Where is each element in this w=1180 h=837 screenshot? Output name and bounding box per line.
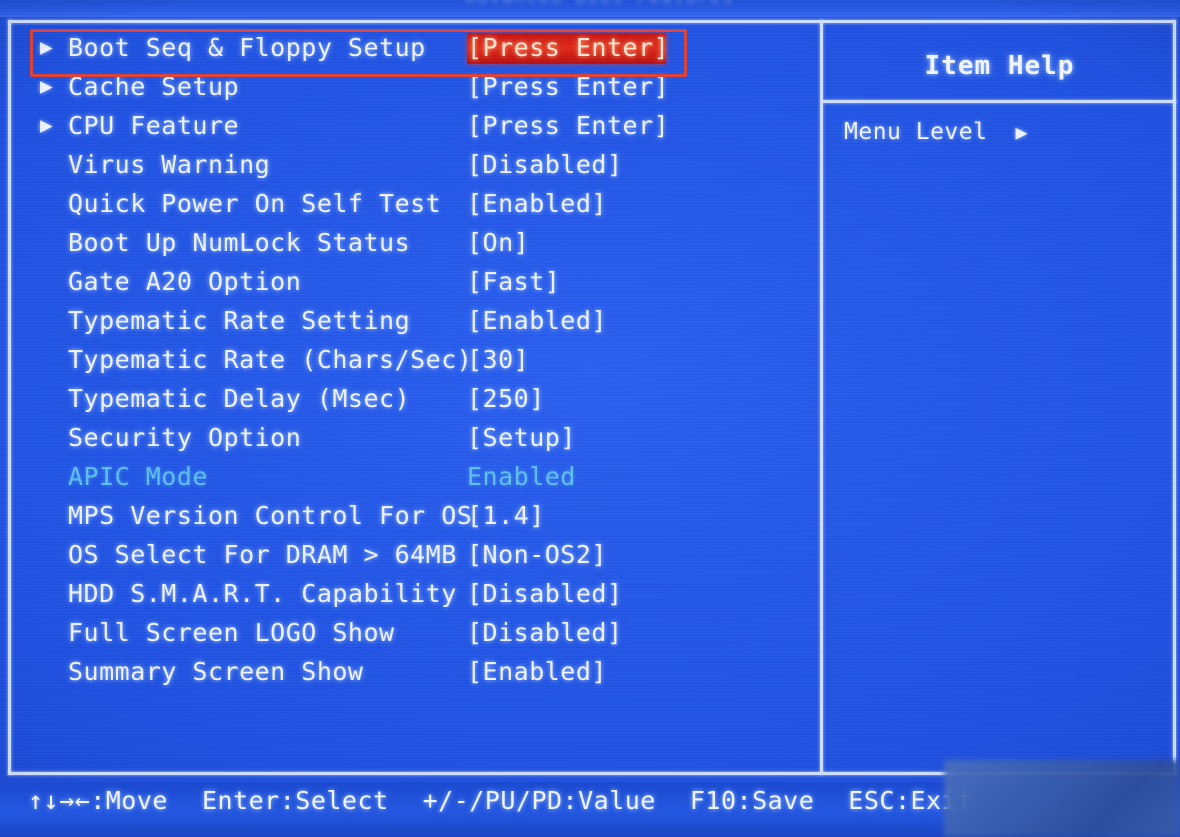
menu-item-value[interactable]: Enabled [467, 457, 576, 496]
menu-item-value[interactable]: [250] [467, 379, 545, 418]
key-hint: ↑↓→←:Move [28, 786, 168, 815]
key-hint: Enter:Select [201, 786, 389, 815]
menu-item-label: Security Option [68, 423, 302, 452]
frame-left-border [8, 20, 11, 775]
menu-row[interactable]: HDD S.M.A.R.T. Capability [Disabled] [20, 574, 810, 613]
menu-item-value[interactable]: [Disabled] [467, 145, 623, 184]
menu-item-label: Gate A20 Option [68, 267, 302, 296]
menu-item-label: OS Select For DRAM > 64MB [68, 540, 457, 569]
menu-row[interactable]: OS Select For DRAM > 64MB [Non-OS2] [20, 535, 810, 574]
menu-row[interactable]: Full Screen LOGO Show [Disabled] [20, 613, 810, 652]
menu-row[interactable]: Gate A20 Option [Fast] [20, 262, 810, 301]
bios-settings-menu: ▶ Boot Seq & Floppy Setup [Press Enter] ▶ Ca… [20, 28, 810, 758]
menu-item-label: HDD S.M.A.R.T. Capability [68, 579, 457, 608]
bios-screen: Advanced BIOS Features ▶ Boot Seq & Flopp… [0, 0, 1180, 837]
menu-item-label: Typematic Rate (Chars/Sec) [68, 345, 473, 374]
menu-item-label: Typematic Rate Setting [68, 306, 411, 335]
menu-item-value[interactable]: [Non-OS2] [467, 535, 607, 574]
menu-item-label: MPS Version Control For OS [68, 501, 473, 530]
menu-item-label: Boot Seq & Floppy Setup [68, 33, 426, 62]
menu-item-value[interactable]: [Enabled] [467, 184, 607, 223]
menu-level-arrow-icon: ▶ [1015, 120, 1029, 144]
menu-item-value[interactable]: [Press Enter] [467, 28, 669, 67]
menu-item-label: Full Screen LOGO Show [68, 618, 395, 647]
menu-item-label: Boot Up NumLock Status [68, 228, 411, 257]
menu-item-value[interactable]: [Fast] [467, 262, 560, 301]
menu-item-value[interactable]: [Disabled] [467, 613, 623, 652]
item-help-title: Item Help [924, 51, 1075, 81]
title-strip: Advanced BIOS Features [0, 0, 1180, 17]
key-hint: +/-/PU/PD:Value [422, 786, 656, 815]
menu-level-row: Menu Level ▶ [844, 119, 1028, 145]
menu-item-label: APIC Mode [68, 462, 208, 491]
menu-item-value[interactable]: [Enabled] [467, 301, 607, 340]
menu-row[interactable]: Typematic Rate Setting [Enabled] [20, 301, 810, 340]
key-hint: F10:Save [689, 786, 815, 815]
menu-row[interactable]: ▶ Boot Seq & Floppy Setup [Press Enter] [20, 28, 810, 67]
frame-right-border [1173, 20, 1176, 775]
menu-item-label: Virus Warning [68, 150, 271, 179]
menu-row[interactable]: MPS Version Control For OS [1.4] [20, 496, 810, 535]
menu-row[interactable]: Virus Warning [Disabled] [20, 145, 810, 184]
menu-item-value[interactable]: [Enabled] [467, 652, 607, 691]
menu-item-value[interactable]: [Disabled] [467, 574, 623, 613]
key-hints: ↑↓→←:Move Enter:Select +/-/PU/PD:Value F10:… [28, 786, 973, 815]
submenu-arrow-icon: ▶ [40, 74, 53, 98]
menu-item-value[interactable]: [1.4] [467, 496, 545, 535]
menu-item-value[interactable]: [Press Enter] [467, 67, 669, 106]
menu-item-value[interactable]: [30] [467, 340, 529, 379]
submenu-arrow-icon: ▶ [40, 113, 53, 137]
menu-row[interactable]: ▶ CPU Feature [Press Enter] [20, 106, 810, 145]
menu-item-label: CPU Feature [68, 111, 240, 140]
menu-row[interactable]: Summary Screen Show [Enabled] [20, 652, 810, 691]
menu-item-label: Typematic Delay (Msec) [68, 384, 411, 413]
menu-row[interactable]: Typematic Delay (Msec) [250] [20, 379, 810, 418]
menu-row[interactable]: Quick Power On Self Test [Enabled] [20, 184, 810, 223]
menu-row[interactable]: Boot Up NumLock Status [On] [20, 223, 810, 262]
menu-row[interactable]: Security Option [Setup] [20, 418, 810, 457]
panel-divider [820, 20, 823, 775]
screen-title: Advanced BIOS Features [300, 0, 900, 14]
item-help-panel: Item Help Menu Level ▶ [826, 23, 1173, 772]
menu-item-label: Cache Setup [68, 72, 240, 101]
submenu-arrow-icon: ▶ [40, 35, 53, 59]
menu-item-value[interactable]: [On] [467, 223, 529, 262]
menu-item-value[interactable]: [Press Enter] [467, 106, 669, 145]
menu-item-label: Summary Screen Show [68, 657, 364, 686]
menu-item-label: Quick Power On Self Test [68, 189, 442, 218]
menu-row[interactable]: Typematic Rate (Chars/Sec) [30] [20, 340, 810, 379]
menu-level-label: Menu Level [844, 119, 988, 145]
menu-item-value[interactable]: [Setup] [467, 418, 576, 457]
redaction-overlay [944, 760, 1180, 837]
menu-row[interactable]: APIC Mode Enabled [20, 457, 810, 496]
menu-row[interactable]: ▶ Cache Setup [Press Enter] [20, 67, 810, 106]
